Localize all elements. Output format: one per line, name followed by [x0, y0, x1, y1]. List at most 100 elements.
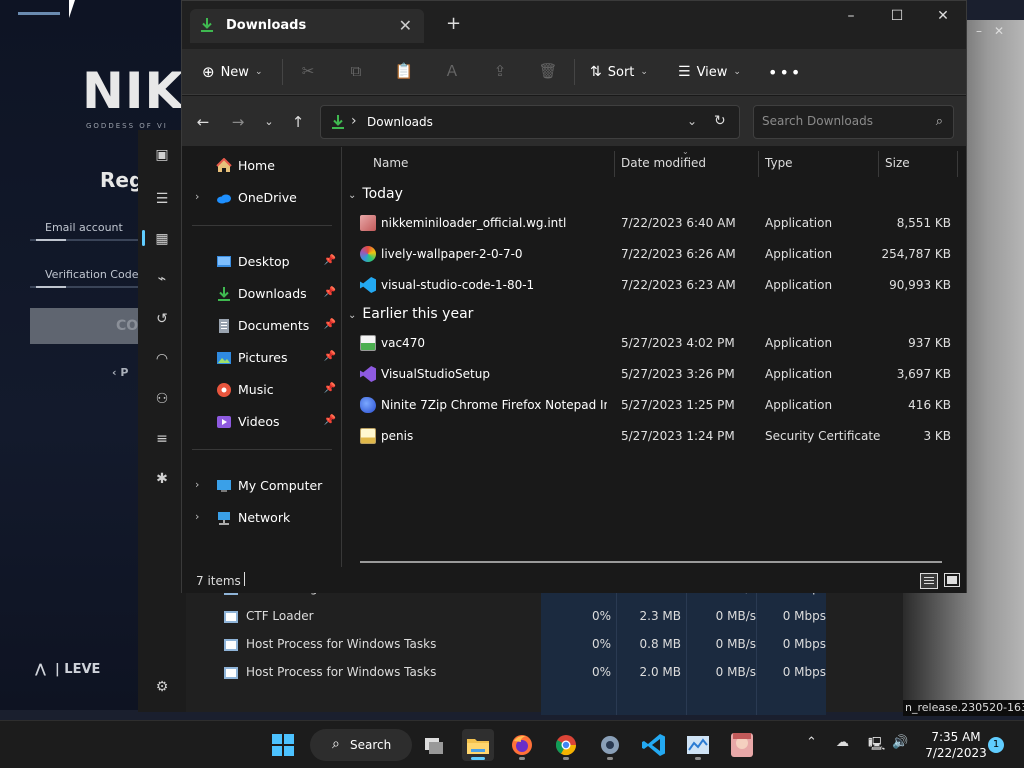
column-divider[interactable]	[878, 151, 879, 177]
settings-gear-icon[interactable]: ⚙	[153, 678, 171, 696]
services-icon[interactable]: ✱	[153, 470, 171, 488]
sidebar-item-downloads[interactable]: Downloads 📌	[182, 280, 342, 308]
tab-downloads[interactable]: Downloads ✕	[190, 9, 424, 43]
cut-icon[interactable]: ✂	[296, 59, 320, 83]
onedrive-sync-icon[interactable]: ☁	[836, 735, 849, 750]
process-row[interactable]: Host Process for Windows Tasks 0% 0.8 MB 0 …	[216, 631, 896, 659]
details-view-icon[interactable]	[920, 573, 938, 589]
taskbar-search[interactable]: ⌕ Search	[310, 729, 412, 761]
pin-icon[interactable]: 📌	[324, 415, 336, 426]
new-tab-plus-icon[interactable]: +	[446, 13, 461, 34]
expand-chevron-icon[interactable]: ›	[195, 510, 199, 523]
sidebar-item-pictures[interactable]: Pictures 📌	[182, 344, 342, 372]
file-row[interactable]: nikkeminiloader_official.wg.intl 7/22/202…	[342, 208, 962, 239]
launcher-continue-button[interactable]: CO	[30, 308, 150, 344]
large-icons-view-icon[interactable]	[944, 573, 960, 587]
pin-icon[interactable]: 📌	[324, 383, 336, 394]
more-options-icon[interactable]: •••	[768, 59, 802, 85]
taskbar-task-manager[interactable]	[682, 729, 714, 761]
pin-icon[interactable]: 📌	[324, 287, 336, 298]
startup-icon[interactable]: ◠	[153, 350, 171, 368]
rename-icon[interactable]: Ａ	[440, 59, 464, 83]
taskbar-settings[interactable]	[594, 729, 626, 761]
close-window-button[interactable]: ✕	[920, 1, 966, 33]
show-hidden-icons-chevron-icon[interactable]: ⌃	[806, 735, 817, 750]
view-button[interactable]: ☰ View ⌄	[678, 59, 741, 85]
pin-icon[interactable]: 📌	[324, 351, 336, 362]
file-row[interactable]: penis 5/27/2023 1:24 PM Security Certifica…	[342, 421, 962, 452]
column-header-size[interactable]: Size	[885, 156, 910, 170]
column-header-date-modified[interactable]: Date modified	[621, 156, 706, 170]
history-icon[interactable]: ↺	[153, 310, 171, 328]
new-button[interactable]: ⊕ New ⌄	[202, 59, 262, 85]
back-arrow-icon[interactable]: ←	[192, 112, 214, 132]
copy-icon[interactable]: ⧉	[344, 59, 368, 83]
task-view-icon	[425, 738, 443, 754]
sidebar-item-my-computer[interactable]: › My Computer	[182, 472, 342, 500]
taskbar-nikke-app[interactable]	[726, 729, 758, 761]
pin-icon[interactable]: 📌	[324, 319, 336, 330]
refresh-icon[interactable]: ↻	[714, 113, 726, 129]
expand-chevron-icon[interactable]: ›	[195, 190, 199, 203]
process-row[interactable]: CTF Loader 0% 2.3 MB 0 MB/s 0 Mbps	[216, 603, 896, 631]
horizontal-scrollbar[interactable]	[360, 561, 942, 563]
delete-icon[interactable]: 🗑	[536, 59, 560, 83]
address-bar[interactable]: › Downloads ⌄	[320, 105, 740, 139]
launcher-back-link[interactable]: ‹ P	[112, 366, 128, 379]
close-tab-icon[interactable]: ✕	[399, 16, 412, 35]
volume-icon[interactable]: 🔊	[892, 735, 908, 750]
task-view-button[interactable]	[418, 729, 450, 761]
sidebar-item-videos[interactable]: Videos 📌	[182, 408, 342, 436]
file-row[interactable]: Ninite 7Zip Chrome Firefox Notepad Inst.…	[342, 390, 962, 421]
notification-badge[interactable]: 1	[988, 737, 1004, 753]
sidebar-item-music[interactable]: Music 📌	[182, 376, 342, 404]
expand-chevron-icon[interactable]: ›	[195, 478, 199, 491]
system-clock[interactable]: 7:35 AM 7/22/2023	[924, 729, 988, 761]
verification-code-field[interactable]	[30, 286, 140, 288]
file-row[interactable]: visual-studio-code-1-80-1 7/22/2023 6:23 …	[342, 270, 962, 301]
paste-icon[interactable]: 📋	[392, 59, 416, 83]
file-row[interactable]: lively-wallpaper-2-0-7-0 7/22/2023 6:26 A…	[342, 239, 962, 270]
details-icon[interactable]: ≡	[153, 430, 171, 448]
users-icon[interactable]: ⚇	[153, 390, 171, 408]
email-account-field[interactable]	[30, 239, 140, 241]
sort-button[interactable]: ⇅ Sort ⌄	[590, 59, 648, 85]
taskbar-chrome[interactable]	[550, 729, 582, 761]
forward-arrow-icon[interactable]: →	[227, 112, 249, 132]
file-row[interactable]: VisualStudioSetup 5/27/2023 3:26 PM Applic…	[342, 359, 962, 390]
column-divider[interactable]	[957, 151, 958, 177]
column-header-name[interactable]: Name	[373, 156, 408, 170]
minimize-button[interactable]: –	[828, 1, 874, 33]
performance-icon[interactable]: ⌁	[153, 270, 171, 288]
search-box[interactable]: ⌕	[753, 105, 954, 139]
pin-icon[interactable]: 📌	[324, 255, 336, 266]
search-input[interactable]	[762, 114, 922, 128]
hamburger-icon[interactable]: ☰	[153, 190, 171, 208]
sidebar-item-onedrive[interactable]: › OneDrive	[182, 184, 342, 212]
address-path[interactable]: Downloads	[367, 115, 433, 129]
group-header-today[interactable]: ⌄ Today	[348, 186, 403, 208]
start-button[interactable]	[267, 729, 299, 761]
processes-icon[interactable]: ▦	[153, 230, 171, 248]
sidebar-item-documents[interactable]: Documents 📌	[182, 312, 342, 340]
process-row[interactable]: Host Process for Windows Tasks 0% 2.0 MB 0 …	[216, 659, 896, 687]
column-header-type[interactable]: Type	[765, 156, 793, 170]
taskbar-file-explorer[interactable]	[462, 729, 494, 761]
taskbar-firefox[interactable]	[506, 729, 538, 761]
share-icon[interactable]: ⇪	[488, 59, 512, 83]
recent-locations-chevron-icon[interactable]: ⌄	[258, 112, 280, 132]
column-divider[interactable]	[758, 151, 759, 177]
file-size: 3 KB	[923, 429, 951, 443]
sidebar-item-network[interactable]: › Network	[182, 504, 342, 532]
column-divider[interactable]	[614, 151, 615, 177]
group-header-earlier-this-year[interactable]: ⌄ Earlier this year	[348, 306, 473, 328]
up-arrow-icon[interactable]: ↑	[287, 112, 309, 132]
search-icon[interactable]: ⌕	[936, 114, 943, 129]
sidebar-item-desktop[interactable]: Desktop 📌	[182, 248, 342, 276]
taskbar-vscode[interactable]	[638, 729, 670, 761]
maximize-button[interactable]: ☐	[874, 1, 920, 33]
network-status-icon[interactable]: 🖳	[868, 735, 885, 757]
sidebar-item-home[interactable]: Home	[182, 152, 342, 180]
address-dropdown-icon[interactable]: ⌄	[687, 114, 697, 128]
file-row[interactable]: vac470 5/27/2023 4:02 PM Application 937 KB	[342, 328, 962, 359]
